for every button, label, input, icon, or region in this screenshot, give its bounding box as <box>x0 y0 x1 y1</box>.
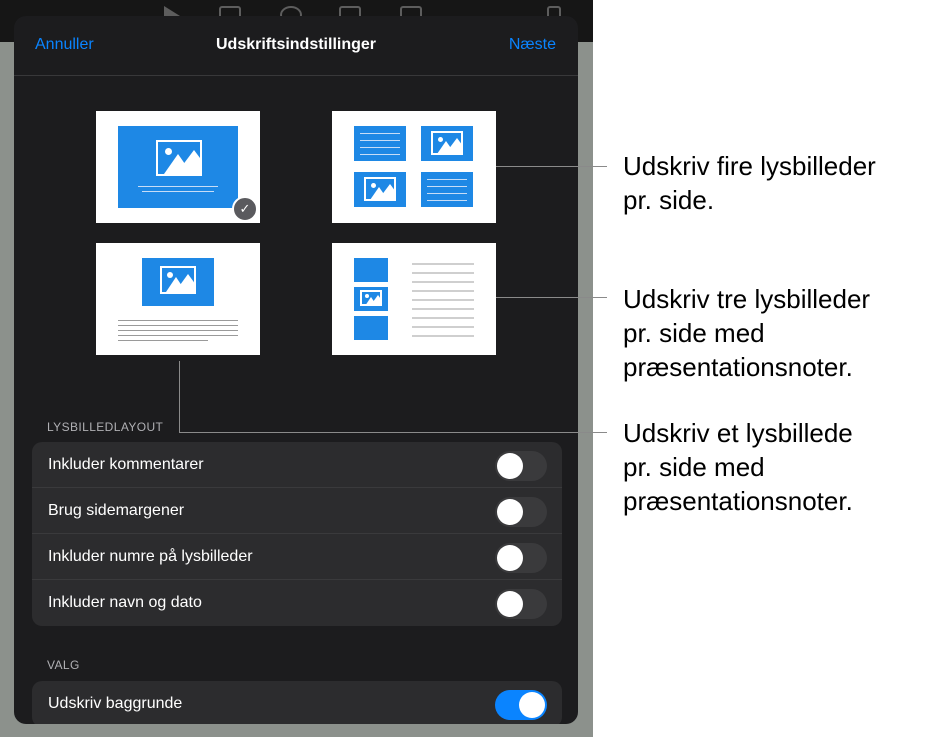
next-button[interactable]: Næste <box>509 36 556 54</box>
margins-toggle[interactable] <box>495 497 547 527</box>
options-section-label: VALG <box>47 658 80 672</box>
layout-one-slide-with-notes[interactable] <box>96 243 260 355</box>
image-placeholder-icon <box>360 290 382 306</box>
option-row-comments: Inkluder kommentarer <box>32 442 562 488</box>
option-row-backgrounds: Udskriv baggrunde <box>32 681 562 724</box>
slide-preview <box>421 126 473 161</box>
callout-line-three-notes <box>496 297 607 298</box>
slide-preview <box>354 258 388 282</box>
layout-three-slides-with-notes[interactable] <box>332 243 496 355</box>
caption-three-slides-notes: Udskriv tre lysbilleder pr. side med præ… <box>623 284 871 382</box>
slide-numbers-toggle[interactable] <box>495 543 547 573</box>
slide-preview <box>118 126 238 208</box>
option-label: Udskriv baggrunde <box>48 695 183 712</box>
slide-preview <box>354 172 406 207</box>
slide-preview <box>142 258 214 306</box>
option-label: Inkluder kommentarer <box>48 456 204 473</box>
stage: Annuller Udskriftsindstillinger Næste ✓ <box>0 0 932 737</box>
image-placeholder-icon <box>364 177 396 201</box>
sheet-title: Udskriftsindstillinger <box>215 36 377 53</box>
option-row-slide-numbers: Inkluder numre på lysbilleder <box>32 534 562 580</box>
option-label: Inkluder navn og dato <box>48 594 202 611</box>
option-label: Inkluder numre på lysbilleder <box>48 548 253 565</box>
slide-preview <box>354 126 406 161</box>
navigation-bar: Annuller Udskriftsindstillinger Næste <box>14 16 578 76</box>
slide-preview <box>354 316 388 340</box>
name-date-toggle[interactable] <box>495 589 547 619</box>
layout-four-slides[interactable] <box>332 111 496 223</box>
print-settings-sheet: Annuller Udskriftsindstillinger Næste ✓ <box>14 16 578 724</box>
slide-layout-section-label: LYSBILLEDLAYOUT <box>47 420 164 434</box>
option-row-name-date: Inkluder navn og dato <box>32 580 562 626</box>
option-label: Brug sidemargener <box>48 502 185 519</box>
callout-line-one-notes-vertical <box>179 361 180 432</box>
callout-line-one-notes-horizontal <box>179 432 607 433</box>
slide-layout-options: Inkluder kommentarer Brug sidemargener I… <box>32 442 562 626</box>
slide-preview <box>421 172 473 207</box>
slide-preview <box>354 287 388 311</box>
checkmark-icon: ✓ <box>232 196 258 222</box>
comments-toggle[interactable] <box>495 451 547 481</box>
callout-line-four <box>496 166 607 167</box>
caption-one-slide-notes: Udskriv et lysbillede pr. side med præse… <box>623 418 853 516</box>
backgrounds-toggle[interactable] <box>495 690 547 720</box>
image-placeholder-icon <box>160 266 196 294</box>
image-placeholder-icon <box>431 131 463 155</box>
print-options: Udskriv baggrunde <box>32 681 562 724</box>
option-row-margins: Brug sidemargener <box>32 488 562 534</box>
caption-four-slides: Udskriv fire lysbilleder pr. side. <box>623 151 876 215</box>
image-placeholder-icon <box>156 140 202 176</box>
